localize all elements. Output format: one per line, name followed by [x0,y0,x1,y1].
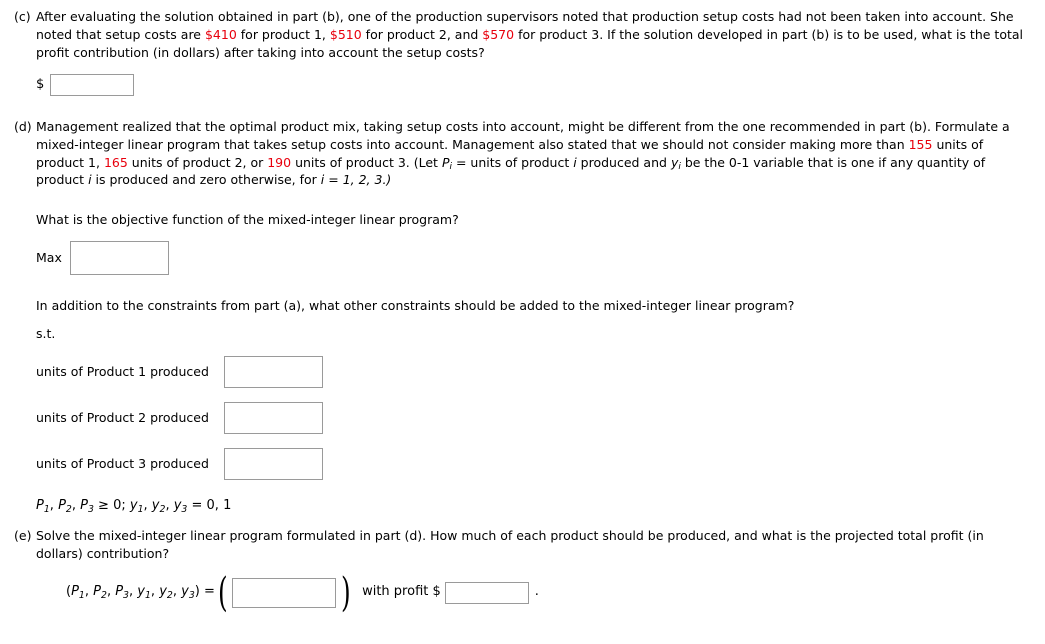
part-e-body: Solve the mixed-integer linear program f… [36,527,1045,616]
part-d-text-6: produced and [576,154,671,170]
part-c: (c) After evaluating the solution obtain… [0,8,1045,97]
dollar-sign: $ [36,77,45,93]
close-paren: ) [341,569,352,616]
constraint-label-3: units of Product 3 produced [36,456,209,472]
trailing-period: . [534,584,539,600]
constraints-question: In addition to the constraints from part… [36,297,795,313]
part-e-tuple-label: (P1, P2, P3, y1, y2, y3) = [66,584,215,601]
constraint-input-2[interactable] [224,402,323,435]
limit-product-2: 165 [103,154,128,170]
variable-P-subscript: i [449,162,452,173]
part-d-text-3: units of product 2, or [127,154,268,170]
limit-product-1: 155 [908,136,933,152]
part-c-text-3: for product 2, and [361,26,483,42]
part-e-label: (e) [14,528,32,543]
setup-cost-1: $410 [204,26,237,42]
max-row: Max [36,240,1027,275]
index-values: i = 1, 2, 3.) [320,172,392,188]
with-profit-label: with profit $ [362,584,441,600]
setup-cost-3: $570 [482,26,515,42]
objective-question: What is the objective function of the mi… [36,212,459,228]
constraint-input-3[interactable] [224,448,323,481]
constraint-label-2: units of Product 2 produced [36,410,209,426]
part-d-text-5: = units of product [452,154,574,170]
part-c-answer-input[interactable] [50,74,135,97]
limit-product-3: 190 [267,154,292,170]
part-d-text-1: Management realized that the optimal pro… [36,119,1010,152]
open-paren: ( [217,569,228,616]
part-d-text-8: is produced and zero otherwise, for [91,172,321,188]
part-c-text-2: for product 1, [236,26,330,42]
max-label: Max [36,249,62,265]
part-c-text: After evaluating the solution obtained i… [36,8,1027,61]
part-c-label: (c) [14,9,31,24]
constraint-row-3: units of Product 3 produced [36,448,1027,481]
part-d: (d) Management realized that the optimal… [0,118,1045,516]
objective-function-input[interactable] [69,240,169,275]
constraint-label-1: units of Product 1 produced [36,364,209,380]
part-e-text: Solve the mixed-integer linear program f… [36,528,984,561]
worksheet-page: (c) After evaluating the solution obtain… [0,0,1045,644]
part-e-profit-input[interactable] [444,581,529,604]
constraint-input-1[interactable] [224,356,323,389]
constraint-row-1: units of Product 1 produced [36,356,1027,389]
part-c-answer-row: $ [36,74,1027,97]
constraint-row-2: units of Product 2 produced [36,402,1027,435]
part-d-text-4: units of product 3. (Let [291,154,442,170]
subject-to-label: s.t. [36,325,56,341]
part-c-body: After evaluating the solution obtained i… [36,8,1045,97]
part-e: (e) Solve the mixed-integer linear progr… [0,527,1045,616]
part-d-body: Management realized that the optimal pro… [36,118,1045,516]
part-d-intro: Management realized that the optimal pro… [36,118,1027,189]
part-d-label: (d) [14,119,32,134]
nonnegativity-line: P1, P2, P3 ≥ 0; y1, y2, y3 = 0, 1 [36,498,232,515]
part-e-solution-input[interactable] [232,577,337,608]
setup-cost-2: $510 [329,26,362,42]
part-e-answer-row: (P1, P2, P3, y1, y2, y3) = ( ) with prof… [36,569,1027,616]
variable-y-subscript: i [678,162,681,173]
